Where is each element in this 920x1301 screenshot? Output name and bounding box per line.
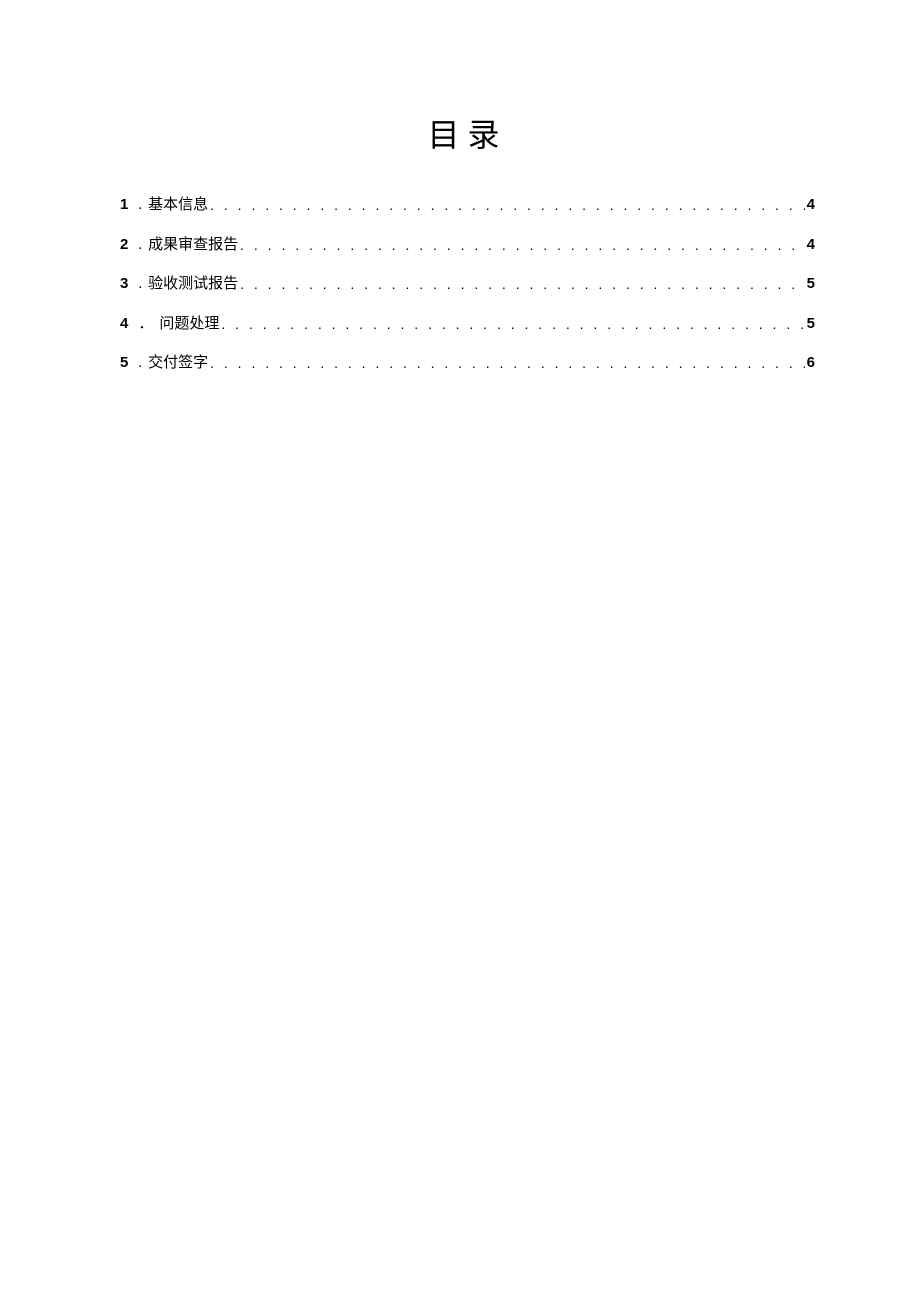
toc-number: 1 — [120, 194, 128, 217]
toc-separator: ． — [138, 313, 153, 336]
toc-number: 4 — [120, 313, 128, 336]
page-title: 目录 — [120, 110, 815, 156]
toc-entry: 4 ． 问题处理 5 — [120, 313, 815, 336]
toc-page-number: 5 — [807, 273, 815, 296]
toc-text: 成果审查报告 — [148, 234, 238, 257]
toc-text: 验收测试报告 — [148, 273, 238, 296]
toc-entry: 1 . 基本信息 4 — [120, 194, 815, 217]
toc-entry: 3 . 验收测试报告 5 — [120, 273, 815, 296]
toc-number: 3 — [120, 273, 128, 296]
toc-leader-dots — [240, 235, 805, 256]
toc-separator: . — [138, 234, 142, 257]
toc-text: 问题处理 — [159, 313, 219, 336]
table-of-contents: 1 . 基本信息 4 2 . 成果审查报告 4 3 . 验收测试报告 5 4 ．… — [120, 194, 815, 375]
toc-leader-dots — [221, 314, 804, 335]
toc-separator: . — [138, 273, 142, 296]
toc-leader-dots — [240, 274, 805, 295]
toc-page-number: 6 — [807, 352, 815, 375]
toc-page-number: 4 — [807, 194, 815, 217]
toc-separator: . — [138, 352, 142, 375]
toc-separator: . — [138, 194, 142, 217]
toc-number: 5 — [120, 352, 128, 375]
toc-number: 2 — [120, 234, 128, 257]
toc-text: 交付签字 — [148, 352, 208, 375]
toc-leader-dots — [210, 195, 805, 216]
toc-entry: 2 . 成果审查报告 4 — [120, 234, 815, 257]
toc-leader-dots — [210, 353, 805, 374]
toc-page-number: 5 — [807, 313, 815, 336]
toc-page-number: 4 — [807, 234, 815, 257]
toc-entry: 5 . 交付签字 6 — [120, 352, 815, 375]
toc-text: 基本信息 — [148, 194, 208, 217]
